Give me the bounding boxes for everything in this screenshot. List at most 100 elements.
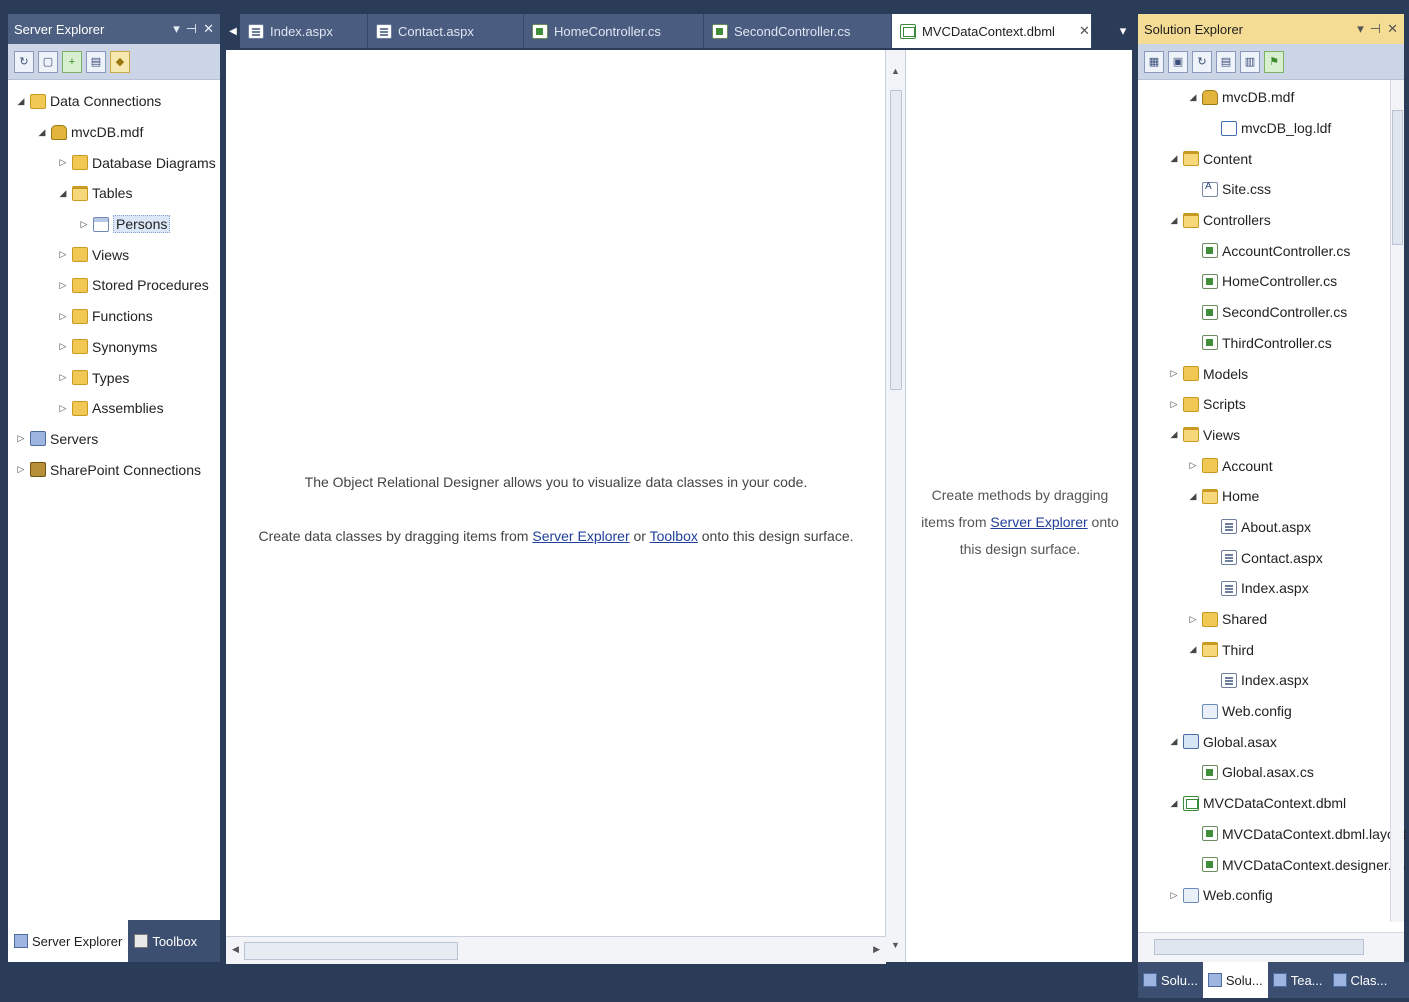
close-tab-icon[interactable]: ✕: [1061, 23, 1090, 39]
tree-item[interactable]: ▷ Views: [8, 239, 220, 270]
collapse-arrow-icon[interactable]: ◢: [1167, 215, 1181, 226]
collapse-arrow-icon[interactable]: ◢: [1167, 153, 1181, 164]
tree-item[interactable]: Web.config: [1138, 696, 1404, 727]
refresh-button[interactable]: ↻: [1192, 50, 1212, 73]
expand-arrow-icon[interactable]: ▷: [14, 433, 28, 444]
tree-item[interactable]: ▷ Servers: [8, 424, 220, 455]
expand-arrow-icon[interactable]: ▷: [56, 157, 70, 168]
tab-overflow-dropdown-icon[interactable]: ▾: [1114, 14, 1132, 48]
connect-to-database-button[interactable]: +: [62, 50, 82, 73]
tree-item[interactable]: ▷ Types: [8, 362, 220, 393]
horizontal-scroll-thumb[interactable]: [244, 942, 458, 960]
expand-arrow-icon[interactable]: ▷: [1167, 399, 1181, 410]
expand-arrow-icon[interactable]: ▷: [1186, 614, 1200, 625]
tab-secondcontroller-cs[interactable]: SecondController.cs: [704, 14, 892, 48]
tree-item[interactable]: ▷ Web.config: [1138, 880, 1404, 911]
solution-horizontal-scroll-thumb[interactable]: [1154, 939, 1364, 955]
tree-item[interactable]: ▷ Shared: [1138, 604, 1404, 635]
tree-item[interactable]: ◢ Global.asax: [1138, 726, 1404, 757]
tree-item[interactable]: mvcDB_log.ldf: [1138, 113, 1404, 144]
collapse-arrow-icon[interactable]: ◢: [1167, 798, 1181, 809]
tree-item[interactable]: ◢ Third: [1138, 634, 1404, 665]
tree-item[interactable]: ▷ Synonyms: [8, 332, 220, 363]
tree-item[interactable]: SecondController.cs: [1138, 297, 1404, 328]
expand-arrow-icon[interactable]: ▷: [56, 280, 70, 291]
tree-item[interactable]: ◢ Data Connections: [8, 86, 220, 117]
tree-item[interactable]: Index.aspx: [1138, 665, 1404, 696]
solution-vertical-scrollbar[interactable]: [1390, 80, 1404, 922]
collapse-arrow-icon[interactable]: ◢: [1186, 491, 1200, 502]
tab-toolbox[interactable]: Toolbox: [128, 920, 203, 962]
tree-item[interactable]: ◢ Tables: [8, 178, 220, 209]
window-position-dropdown-icon[interactable]: ▾: [173, 21, 180, 37]
collapse-arrow-icon[interactable]: ◢: [1186, 92, 1200, 103]
solution-vertical-scroll-thumb[interactable]: [1392, 110, 1403, 245]
tree-item[interactable]: ▷ Database Diagrams: [8, 147, 220, 178]
tree-item[interactable]: ▷ Stored Procedures: [8, 270, 220, 301]
collapse-arrow-icon[interactable]: ◢: [1186, 644, 1200, 655]
tree-item[interactable]: Site.css: [1138, 174, 1404, 205]
tab-index-aspx[interactable]: Index.aspx: [240, 14, 368, 48]
scroll-up-icon[interactable]: ▲: [891, 66, 900, 76]
vertical-scrollbar[interactable]: ▲ ▼: [886, 50, 906, 962]
tree-item[interactable]: About.aspx: [1138, 512, 1404, 543]
expand-arrow-icon[interactable]: ▷: [1186, 460, 1200, 471]
tree-item[interactable]: ▷ Scripts: [1138, 389, 1404, 420]
expand-arrow-icon[interactable]: ▷: [56, 311, 70, 322]
tree-item[interactable]: Index.aspx: [1138, 573, 1404, 604]
tree-item[interactable]: HomeController.cs: [1138, 266, 1404, 297]
tree-item[interactable]: ▷ Models: [1138, 358, 1404, 389]
toolbox-link[interactable]: Toolbox: [650, 528, 698, 544]
tab-class-view[interactable]: Clas...: [1328, 962, 1393, 998]
refresh-button[interactable]: ↻: [14, 50, 34, 73]
tab-team-explorer[interactable]: Tea...: [1268, 962, 1328, 998]
tree-item[interactable]: ◢ mvcDB.mdf: [1138, 82, 1404, 113]
expand-arrow-icon[interactable]: ▷: [56, 403, 70, 414]
horizontal-scrollbar[interactable]: ◀ ▶: [226, 936, 886, 964]
tree-item[interactable]: ◢ Controllers: [1138, 205, 1404, 236]
close-icon[interactable]: ✕: [1387, 21, 1398, 37]
tree-item[interactable]: ▷ Persons: [8, 209, 220, 240]
expand-arrow-icon[interactable]: ▷: [56, 372, 70, 383]
connect-to-server-button[interactable]: ▤: [86, 50, 106, 73]
tree-item[interactable]: ▷ Assemblies: [8, 393, 220, 424]
tree-item[interactable]: ▷ Functions: [8, 301, 220, 332]
collapse-arrow-icon[interactable]: ◢: [1167, 429, 1181, 440]
tree-item[interactable]: ◢ mvcDB.mdf: [8, 117, 220, 148]
tree-item[interactable]: AccountController.cs: [1138, 235, 1404, 266]
close-icon[interactable]: ✕: [203, 21, 214, 37]
tree-item[interactable]: ◢ Views: [1138, 420, 1404, 451]
scroll-left-icon[interactable]: ◀: [232, 944, 239, 955]
collapse-arrow-icon[interactable]: ◢: [1167, 736, 1181, 747]
tree-item[interactable]: ▷ Account: [1138, 450, 1404, 481]
connect-to-sharepoint-button[interactable]: ◆: [110, 50, 130, 73]
tab-scroll-left-icon[interactable]: ◀: [226, 14, 240, 48]
tab-server-explorer[interactable]: Server Explorer: [8, 920, 129, 962]
tab-solution-explorer-2[interactable]: Solu...: [1202, 962, 1268, 998]
expand-arrow-icon[interactable]: ▷: [77, 219, 91, 230]
vertical-scroll-thumb[interactable]: [890, 90, 902, 390]
collapse-arrow-icon[interactable]: ◢: [35, 127, 49, 138]
view-code-button[interactable]: ▤: [1216, 50, 1236, 73]
entity-design-surface[interactable]: The Object Relational Designer allows yo…: [226, 50, 886, 964]
tree-item[interactable]: MVCDataContext.dbml.layout: [1138, 819, 1406, 850]
tree-item[interactable]: ◢ Home: [1138, 481, 1404, 512]
expand-arrow-icon[interactable]: ▷: [56, 341, 70, 352]
tree-item[interactable]: Global.asax.cs: [1138, 757, 1404, 788]
solution-horizontal-scrollbar[interactable]: [1138, 932, 1404, 962]
methods-server-explorer-link[interactable]: Server Explorer: [990, 514, 1087, 530]
tab-homecontroller-cs[interactable]: HomeController.cs: [524, 14, 704, 48]
server-explorer-link[interactable]: Server Explorer: [532, 528, 629, 544]
tree-item[interactable]: ◢ Content: [1138, 143, 1404, 174]
tree-item[interactable]: ThirdController.cs: [1138, 328, 1404, 359]
tree-item[interactable]: ▷ SharePoint Connections: [8, 454, 220, 485]
collapse-arrow-icon[interactable]: ◢: [56, 188, 70, 199]
auto-hide-pin-icon[interactable]: ⊣: [1370, 21, 1381, 37]
expand-arrow-icon[interactable]: ▷: [56, 249, 70, 260]
properties-button[interactable]: ▦: [1144, 50, 1164, 73]
expand-arrow-icon[interactable]: ▷: [1167, 890, 1181, 901]
tab-mvcdatacontext-dbml[interactable]: MVCDataContext.dbml ✕: [892, 14, 1092, 48]
methods-pane[interactable]: Create methods by dragging items from Se…: [906, 50, 1132, 962]
scroll-down-icon[interactable]: ▼: [891, 940, 900, 950]
window-position-dropdown-icon[interactable]: ▾: [1357, 21, 1364, 37]
